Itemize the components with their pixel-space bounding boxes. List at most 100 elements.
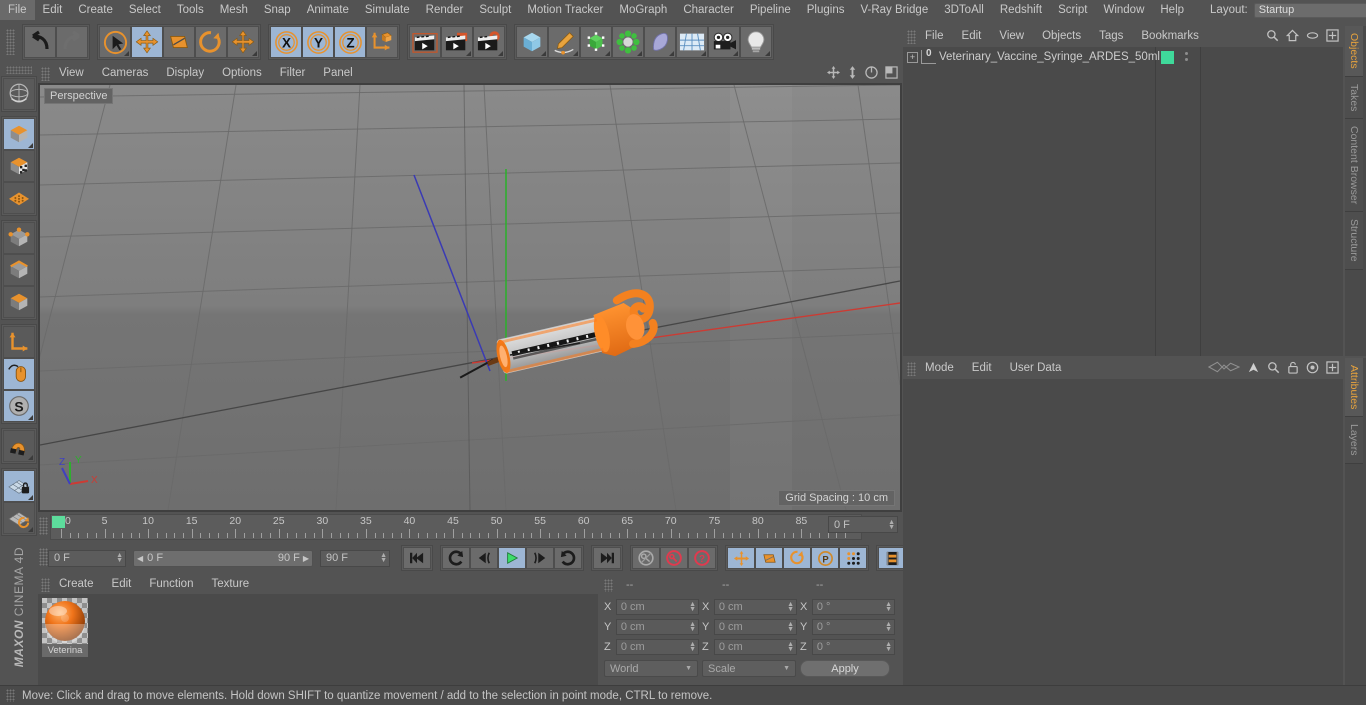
workplane-reset-icon[interactable] [3, 502, 35, 534]
menu-item-cameras[interactable]: Cameras [93, 64, 158, 83]
go-to-end-button[interactable] [593, 547, 621, 569]
viewport-canvas[interactable]: Perspective Grid Spacing : 10 cm Y X Z [40, 85, 900, 510]
expand-node-icon[interactable]: + [907, 51, 918, 63]
autokey-button[interactable] [632, 547, 660, 569]
object-tree[interactable]: + 0 Veterinary_Vaccine_Syringe_ARDES_50m… [903, 47, 1343, 356]
undo-button[interactable] [24, 26, 56, 58]
render-settings-button[interactable] [473, 26, 505, 58]
material-item[interactable]: Veterina [42, 598, 88, 657]
menu-item-options[interactable]: Options [213, 64, 271, 83]
position-z-field[interactable]: 0 cm ▲ ▼ [615, 639, 699, 655]
stepper-icon[interactable]: ▲ ▼ [380, 552, 387, 564]
arrow-up-icon[interactable] [1247, 361, 1260, 377]
size-y-field[interactable]: 0 cm ▲ ▼ [713, 619, 797, 635]
key-pla-button[interactable] [839, 547, 867, 569]
key-rotation-button[interactable] [783, 547, 811, 569]
coordinate-system-dropdown[interactable]: World ▼ [604, 660, 698, 677]
stepper-icon[interactable]: ▲ ▼ [689, 601, 696, 613]
render-view-button[interactable] [409, 26, 441, 58]
key-scale-button[interactable] [755, 547, 783, 569]
menu-item-v-ray-bridge[interactable]: V-Ray Bridge [852, 0, 936, 20]
attribute-manager-grip[interactable] [907, 361, 916, 376]
vertical-tab-structure[interactable]: Structure [1345, 212, 1363, 270]
menu-item-objects[interactable]: Objects [1033, 26, 1090, 47]
play-forward-loop-button[interactable] [554, 547, 582, 569]
rotation-x-field[interactable]: 0 ° ▲ ▼ [811, 599, 895, 615]
stepper-icon[interactable]: ▲ ▼ [787, 621, 794, 633]
play-button[interactable] [498, 547, 526, 569]
spline-pen-button[interactable] [548, 26, 580, 58]
pan-viewport-icon[interactable] [827, 65, 840, 82]
size-x-field[interactable]: 0 cm ▲ ▼ [713, 599, 797, 615]
toolbar-grip[interactable] [6, 29, 15, 55]
menu-item-character[interactable]: Character [675, 0, 742, 20]
menu-item-plugins[interactable]: Plugins [799, 0, 853, 20]
menu-item-render[interactable]: Render [418, 0, 472, 20]
menu-item-panel[interactable]: Panel [314, 64, 361, 83]
menu-item-file[interactable]: File [916, 26, 953, 47]
position-x-field[interactable]: 0 cm ▲ ▼ [615, 599, 699, 615]
size-z-field[interactable]: 0 cm ▲ ▼ [713, 639, 797, 655]
menu-item-mesh[interactable]: Mesh [212, 0, 256, 20]
move-alt-tool-button[interactable] [227, 26, 259, 58]
material-grip[interactable] [41, 577, 50, 592]
redo-button[interactable] [56, 26, 88, 58]
bend-object-button[interactable] [644, 26, 676, 58]
menu-item-display[interactable]: Display [157, 64, 213, 83]
menu-item-create[interactable]: Create [70, 0, 121, 20]
home-icon[interactable] [1285, 29, 1300, 45]
deformer-button[interactable] [612, 26, 644, 58]
timeline-grip[interactable] [39, 517, 48, 535]
expand-icon[interactable] [1326, 360, 1339, 377]
range-right-arrow-icon[interactable]: ▶ [303, 554, 309, 563]
menu-item-script[interactable]: Script [1050, 0, 1095, 20]
menu-item-texture[interactable]: Texture [202, 575, 258, 594]
stepper-icon[interactable]: ▲ ▼ [885, 601, 892, 613]
workplane-lock-icon[interactable] [3, 470, 35, 502]
target-icon[interactable] [1306, 361, 1319, 377]
camera-button[interactable] [708, 26, 740, 58]
transform-mode-dropdown[interactable]: Scale ▼ [702, 660, 796, 677]
step-back-button[interactable] [470, 547, 498, 569]
lock-icon[interactable] [1287, 361, 1299, 377]
primitive-cube-button[interactable] [516, 26, 548, 58]
menu-item-function[interactable]: Function [140, 575, 202, 594]
snap-magnet-icon[interactable] [3, 430, 35, 462]
position-y-field[interactable]: 0 cm ▲ ▼ [615, 619, 699, 635]
stepper-icon[interactable]: ▲ ▼ [787, 641, 794, 653]
vertical-tab-takes[interactable]: Takes [1345, 76, 1363, 120]
model-mode-icon[interactable] [3, 118, 35, 150]
axis-x-button[interactable]: X [270, 26, 302, 58]
interface-wave-icon[interactable] [1207, 361, 1241, 376]
play-backwards-loop-button[interactable] [442, 547, 470, 569]
axis-z-button[interactable]: Z [334, 26, 366, 58]
uv-mesh-icon[interactable] [3, 182, 35, 214]
object-tag-color[interactable] [1161, 51, 1174, 64]
step-forward-button[interactable] [526, 547, 554, 569]
menu-item-user-data[interactable]: User Data [1001, 358, 1071, 379]
menu-item-animate[interactable]: Animate [299, 0, 357, 20]
menu-item-tags[interactable]: Tags [1090, 26, 1132, 47]
menu-item-3dtoall[interactable]: 3DToAll [936, 0, 992, 20]
scale-tool-button[interactable] [163, 26, 195, 58]
polygons-mode-icon[interactable] [3, 286, 35, 318]
live-selection-button[interactable] [99, 26, 131, 58]
search-icon[interactable] [1266, 29, 1279, 45]
stepper-icon[interactable]: ▲ ▼ [885, 641, 892, 653]
stepper-icon[interactable]: ▲ ▼ [689, 621, 696, 633]
render-region-button[interactable] [441, 26, 473, 58]
menu-item-edit[interactable]: Edit [963, 358, 1001, 379]
orange-sphere-material-thumbnail[interactable] [42, 598, 88, 644]
menu-item-sculpt[interactable]: Sculpt [471, 0, 519, 20]
preview-end-field[interactable]: 90 F ▲ ▼ [320, 549, 390, 567]
expand-icon[interactable] [1326, 28, 1339, 45]
scene-floor-button[interactable] [676, 26, 708, 58]
menu-item-filter[interactable]: Filter [271, 64, 315, 83]
key-position-button[interactable] [727, 547, 755, 569]
rotate-tool-button[interactable] [195, 26, 227, 58]
viewport-solo-icon[interactable] [3, 358, 35, 390]
layout-dropdown[interactable]: Startup ▼ [1253, 2, 1366, 18]
dolly-viewport-icon[interactable] [847, 65, 858, 82]
menu-item-motion-tracker[interactable]: Motion Tracker [519, 0, 611, 20]
world-coordinate-icon[interactable] [366, 26, 398, 58]
